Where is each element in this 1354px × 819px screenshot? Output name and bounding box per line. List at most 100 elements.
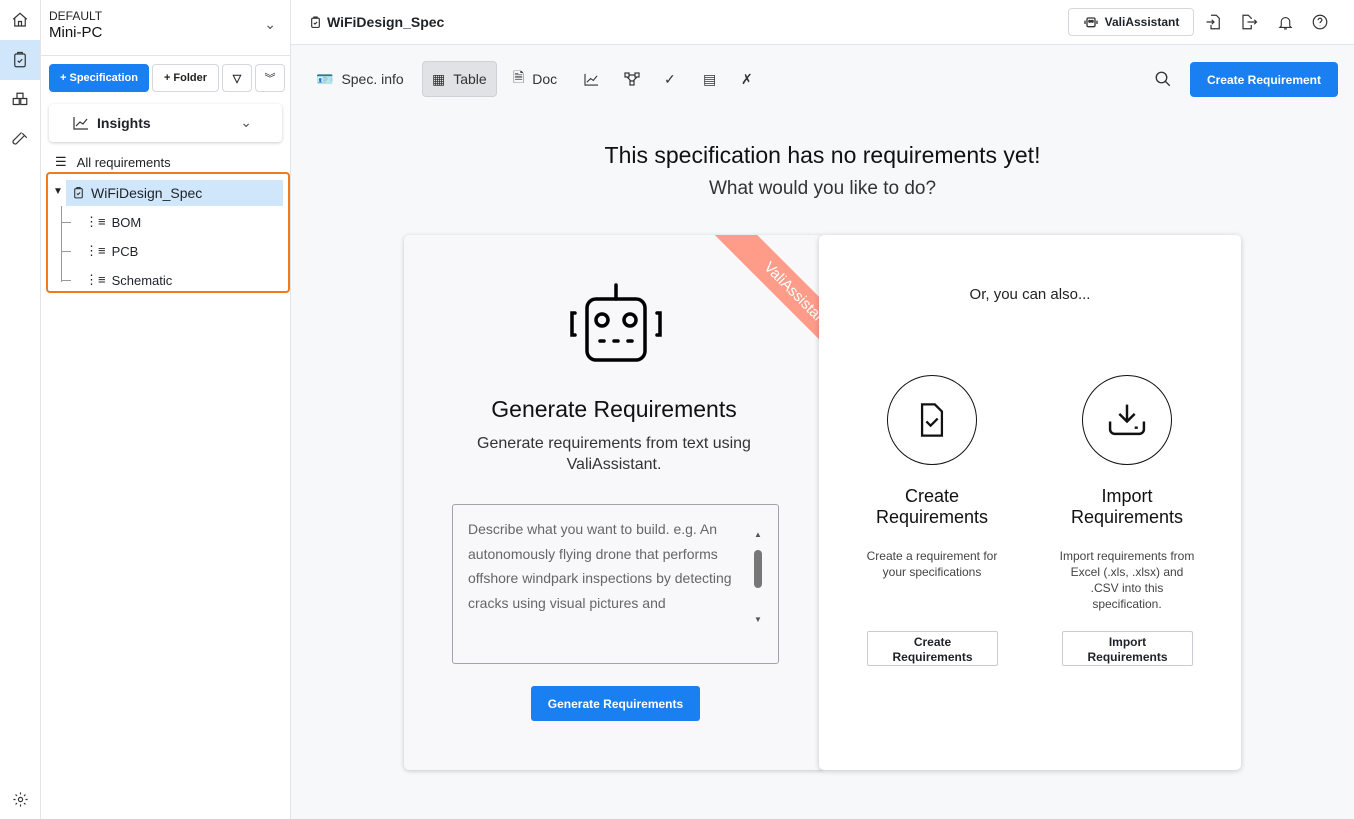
- spec-tree: ▼ WiFiDesign_Spec ⋮≡ BOM ⋮≡ PCB ⋮≡ Schemati…: [46, 172, 290, 293]
- tab-table[interactable]: ▦ Table: [422, 61, 497, 97]
- tree-root-label: WiFiDesign_Spec: [91, 185, 203, 201]
- insights-label: Insights: [97, 115, 151, 131]
- line-chart-icon: [73, 117, 88, 130]
- specification-icon[interactable]: [0, 40, 40, 80]
- alternatives-card: Or, you can also... Create Requirements C…: [819, 235, 1241, 770]
- list-icon: ⋮≡: [85, 272, 106, 287]
- tab-label: Spec. info: [341, 71, 404, 87]
- line-chart-icon: [584, 73, 598, 86]
- components-icon[interactable]: [0, 80, 40, 120]
- bell-icon[interactable]: [1275, 12, 1295, 32]
- tab-verification[interactable]: ✓: [655, 61, 685, 97]
- chevron-down-icon[interactable]: ⌄: [264, 16, 276, 33]
- button-label: Requirements: [892, 650, 973, 664]
- checklist-icon: ▤: [703, 70, 717, 87]
- tree-branch: [61, 251, 71, 252]
- button-label: Create: [913, 635, 952, 649]
- description-textarea[interactable]: Describe what you want to build. e.g. An…: [452, 504, 779, 664]
- page-title: WiFiDesign_Spec: [327, 14, 445, 30]
- tree-item-schematic[interactable]: ⋮≡ Schematic: [85, 272, 172, 288]
- tab-label: Doc: [532, 71, 558, 87]
- tree-item-root[interactable]: WiFiDesign_Spec: [66, 180, 283, 206]
- tree-item-label: BOM: [111, 214, 142, 230]
- project-name: Mini-PC: [49, 24, 103, 41]
- tab-label: Table: [453, 71, 487, 87]
- import-requirements-button[interactable]: Import Requirements: [1062, 631, 1193, 666]
- empty-state-title: This specification has no requirements y…: [604, 142, 1041, 168]
- tools-icon: ✗: [741, 70, 753, 87]
- specification-icon: [311, 16, 320, 28]
- import-download-icon: [1082, 375, 1172, 465]
- double-check-icon: ✓: [664, 70, 676, 87]
- table-icon: ▦: [432, 70, 446, 87]
- create-requirements-button[interactable]: Create Requirements: [867, 631, 998, 666]
- tree-line: [61, 206, 62, 282]
- workspace-label: DEFAULT: [49, 9, 103, 23]
- search-icon[interactable]: [1154, 70, 1172, 93]
- sidebar: DEFAULT Mini-PC ⌄ + Specification + Fold…: [41, 0, 291, 819]
- create-title-2: Requirements: [875, 507, 989, 527]
- list-icon: ⋮≡: [85, 214, 106, 229]
- tab-checklist[interactable]: ▤: [694, 61, 725, 97]
- create-document-icon: [887, 375, 977, 465]
- collapse-all-button[interactable]: ︾: [255, 64, 285, 92]
- empty-state-subtitle: What would you like to do?: [708, 178, 937, 199]
- specification-icon: [74, 187, 83, 199]
- nav-rail: [0, 0, 41, 819]
- chevron-down-icon: ⌄: [240, 114, 252, 130]
- tree-branch: [61, 222, 71, 223]
- import-title-2: Requirements: [1070, 507, 1184, 527]
- expand-triangle-icon[interactable]: ▼: [53, 186, 63, 197]
- alternatives-heading: Or, you can also...: [969, 286, 1091, 303]
- tab-tools[interactable]: ✗: [732, 61, 762, 97]
- tree-item-pcb[interactable]: ⋮≡ PCB: [85, 243, 138, 259]
- import-icon[interactable]: [1204, 12, 1224, 32]
- top-header: WiFiDesign_Spec ValiAssistant: [291, 0, 1354, 45]
- generate-description: Generate requirements from text using: [477, 435, 751, 452]
- filter-icon: ▽: [232, 72, 242, 85]
- project-selector[interactable]: DEFAULT Mini-PC ⌄: [41, 0, 290, 56]
- test-tube-icon[interactable]: [0, 120, 40, 160]
- generate-card: ValiAssistant Generate Requirements Gene…: [404, 235, 824, 770]
- tree-item-bom[interactable]: ⋮≡ BOM: [85, 214, 141, 230]
- generate-title: Generate Requirements: [491, 396, 737, 422]
- generate-description-brand: ValiAssistant.: [566, 456, 662, 473]
- view-toolbar: 🪪 Spec. info ▦ Table 🗎 Doc ✓ ▤ ✗ Create Req…: [291, 61, 1354, 97]
- add-specification-button[interactable]: + Specification: [49, 64, 149, 92]
- tab-doc[interactable]: 🗎 Doc: [504, 61, 566, 97]
- valiassistant-ribbon: ValiAssistant: [700, 235, 824, 391]
- all-requirements-label: All requirements: [76, 154, 171, 170]
- insights-dropdown[interactable]: Insights ⌄: [49, 104, 282, 142]
- add-folder-button[interactable]: + Folder: [152, 64, 219, 92]
- create-description: Create a requirement for your specificat…: [866, 549, 998, 579]
- graph-nodes-icon: [624, 72, 640, 86]
- document-icon: 🗎: [513, 69, 525, 85]
- filter-button[interactable]: ▽: [222, 64, 252, 92]
- list-icon: ☰: [55, 154, 67, 169]
- all-requirements-item[interactable]: ☰ All requirements: [55, 154, 171, 170]
- list-icon: ⋮≡: [85, 243, 106, 258]
- robot-icon: [1083, 17, 1098, 28]
- home-icon[interactable]: [0, 0, 40, 40]
- tab-spec-info[interactable]: 🪪 Spec. info: [307, 61, 413, 97]
- valiassistant-button[interactable]: ValiAssistant: [1068, 8, 1194, 36]
- valiassistant-label: ValiAssistant: [1104, 15, 1180, 29]
- create-requirement-button[interactable]: Create Requirement: [1190, 62, 1338, 97]
- tree-item-label: PCB: [111, 243, 139, 259]
- robot-icon: [570, 283, 662, 362]
- tab-chart[interactable]: [575, 61, 608, 97]
- generate-requirements-button[interactable]: Generate Requirements: [531, 686, 700, 721]
- export-icon[interactable]: [1239, 12, 1259, 32]
- button-label: Requirements: [1087, 650, 1168, 664]
- tree-branch: [61, 280, 71, 281]
- create-title: Create: [904, 486, 960, 506]
- import-title: Import: [1101, 486, 1153, 506]
- double-chevron-icon: ︾: [264, 73, 276, 85]
- id-card-icon: 🪪: [316, 70, 334, 87]
- tree-item-label: Schematic: [111, 272, 173, 288]
- scrollbar[interactable]: ▲ ▼: [754, 523, 762, 624]
- gear-icon[interactable]: [0, 779, 40, 819]
- tab-graph[interactable]: [615, 61, 649, 97]
- help-icon[interactable]: [1310, 12, 1330, 32]
- textarea-placeholder: Describe what you want to build. e.g. An…: [468, 521, 732, 611]
